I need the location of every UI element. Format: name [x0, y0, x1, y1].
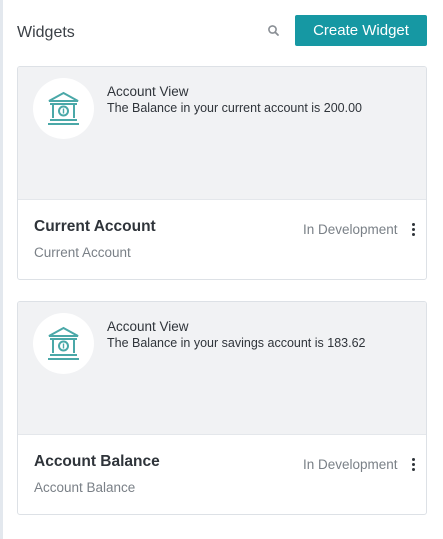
bank-icon [33, 78, 94, 139]
more-vertical-icon[interactable] [409, 458, 417, 472]
widgets-header: Widgets Create Widget [17, 14, 427, 48]
status-label: In Development [303, 457, 398, 472]
widget-card[interactable]: Account View The Balance in your current… [17, 66, 427, 280]
widget-preview: Account View The Balance in your savings… [18, 302, 426, 435]
preview-title: Account View [107, 84, 189, 99]
widget-name[interactable]: Current Account [34, 218, 156, 236]
widget-preview: Account View The Balance in your current… [18, 67, 426, 200]
status-label: In Development [303, 222, 398, 237]
preview-title: Account View [107, 319, 189, 334]
create-widget-button[interactable]: Create Widget [295, 15, 427, 46]
widget-subtitle: Account Balance [34, 480, 136, 495]
preview-text: The Balance in your savings account is 1… [107, 336, 366, 350]
left-divider [0, 0, 3, 539]
more-vertical-icon[interactable] [409, 223, 417, 237]
widget-name[interactable]: Account Balance [34, 453, 160, 471]
page-title: Widgets [17, 24, 75, 41]
widget-card[interactable]: Account View The Balance in your savings… [17, 301, 427, 515]
preview-text: The Balance in your current account is 2… [107, 101, 363, 115]
bank-icon [33, 313, 94, 374]
widget-subtitle: Current Account [34, 245, 131, 260]
search-icon[interactable] [266, 23, 282, 39]
